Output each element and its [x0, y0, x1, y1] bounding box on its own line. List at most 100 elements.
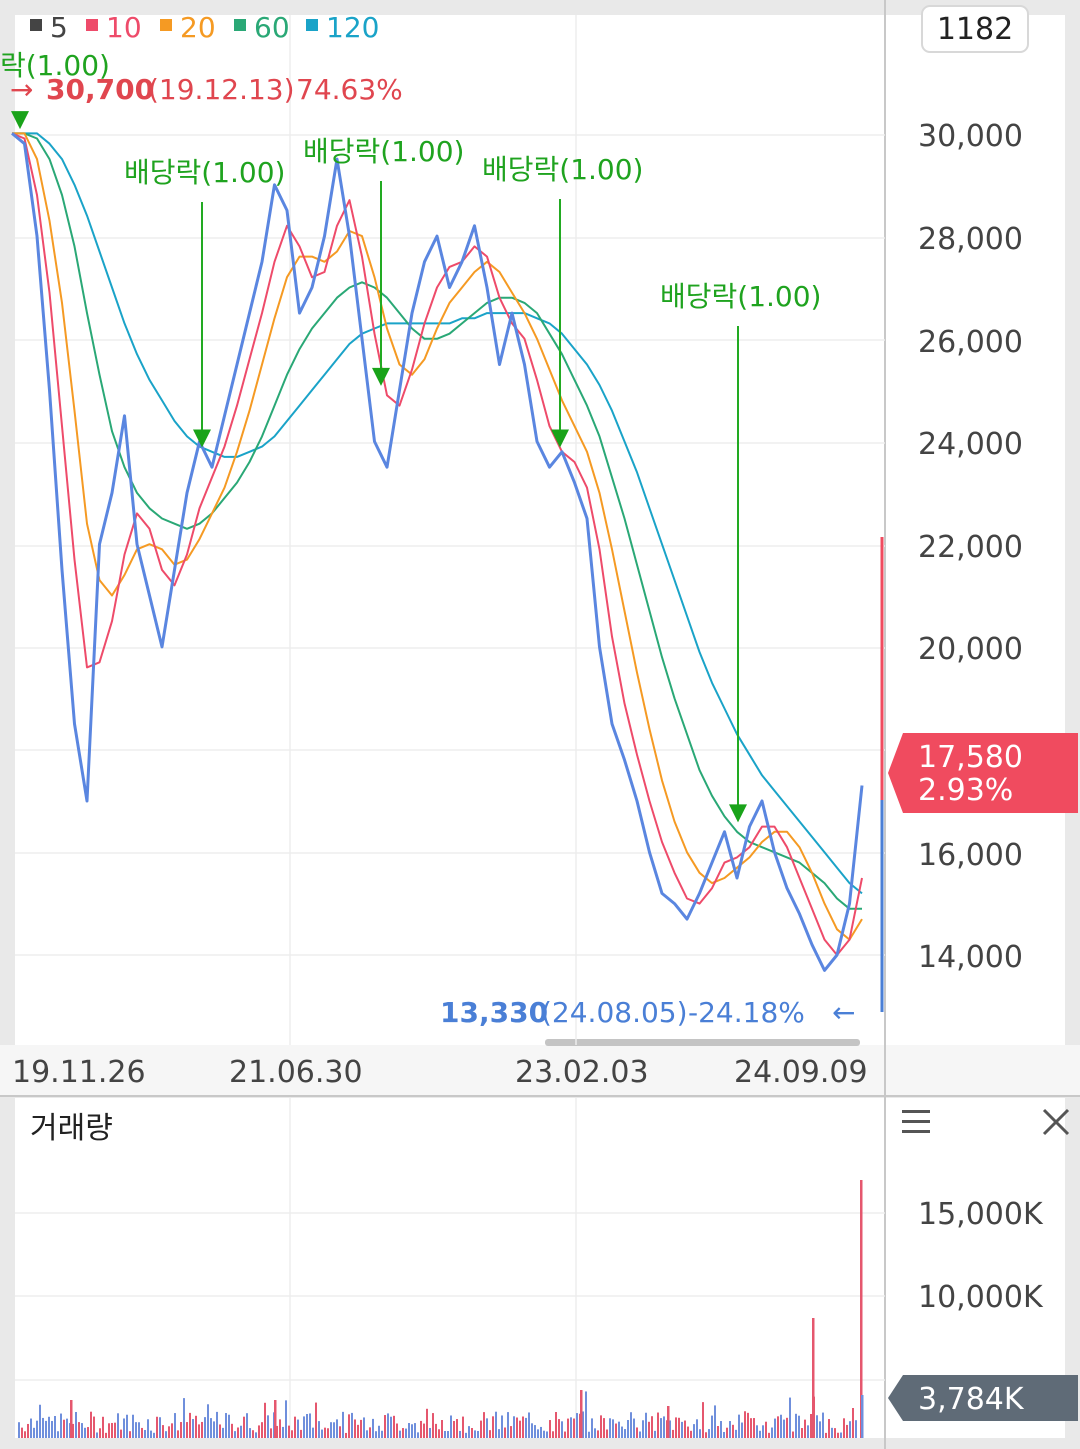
volume-bar	[501, 1415, 503, 1438]
volume-bar	[249, 1428, 251, 1438]
volume-bar	[147, 1419, 149, 1438]
volume-bar	[648, 1421, 650, 1438]
x-tick-label: 19.11.26	[12, 1055, 146, 1090]
volume-bar	[318, 1421, 320, 1438]
y-tick-label: 14,000	[918, 940, 1023, 975]
volume-bar	[84, 1427, 86, 1438]
dividend-label: 배당락(1.00)	[303, 135, 464, 168]
volume-bar	[345, 1432, 347, 1438]
volume-bar	[165, 1431, 167, 1438]
volume-bar	[549, 1420, 551, 1438]
volume-bar	[471, 1428, 473, 1438]
volume-bar	[459, 1430, 461, 1438]
volume-bar	[30, 1418, 32, 1438]
volume-bar	[672, 1429, 674, 1438]
volume-bar	[465, 1432, 467, 1438]
legend-swatch	[234, 19, 246, 31]
volume-bar	[621, 1426, 623, 1438]
legend-label: 60	[254, 11, 290, 44]
volume-bar	[723, 1431, 725, 1438]
volume-bar	[546, 1431, 548, 1438]
volume-bar	[222, 1427, 224, 1438]
volume-bar	[618, 1421, 620, 1438]
volume-bar	[633, 1418, 635, 1438]
volume-bar	[186, 1422, 188, 1438]
volume-bar	[528, 1412, 530, 1438]
high-annotation: → 30,700 (19.12.13) 74.63%	[10, 73, 403, 106]
volume-bar	[423, 1423, 425, 1438]
volume-bar	[99, 1428, 101, 1438]
volume-bar	[177, 1430, 179, 1438]
volume-bar	[522, 1416, 524, 1438]
volume-bar	[399, 1430, 401, 1438]
volume-bar	[105, 1432, 107, 1438]
volume-bar	[36, 1420, 38, 1438]
price-chart[interactable]: 19.11.26 21.06.30 23.02.03 24.09.09 30,0…	[0, 0, 1080, 1449]
volume-bar	[78, 1422, 80, 1438]
volume-panel	[15, 1098, 885, 1438]
volume-bar	[417, 1432, 419, 1438]
volume-bar	[342, 1411, 344, 1438]
volume-bar	[630, 1412, 632, 1438]
volume-bar	[396, 1423, 398, 1438]
volume-bar	[777, 1416, 779, 1438]
volume-bar	[39, 1404, 41, 1438]
volume-bar	[732, 1424, 734, 1438]
volume-bar	[801, 1428, 803, 1438]
volume-bar	[189, 1412, 191, 1438]
volume-bar	[330, 1422, 332, 1438]
volume-bar	[366, 1430, 368, 1438]
volume-bar	[327, 1428, 329, 1438]
volume-bar	[492, 1416, 494, 1438]
volume-bar	[375, 1431, 377, 1438]
volume-bar	[825, 1432, 827, 1438]
volume-bar	[348, 1414, 350, 1438]
volume-bar	[690, 1430, 692, 1438]
volume-bar	[426, 1408, 428, 1438]
high-date: (19.12.13)	[148, 73, 295, 106]
high-price: 30,700	[46, 73, 154, 106]
y-tick-label: 28,000	[918, 222, 1023, 257]
volume-bar	[435, 1423, 437, 1438]
volume-bar	[840, 1432, 842, 1438]
volume-bar	[612, 1419, 614, 1438]
low-arrow: ←	[832, 996, 855, 1029]
volume-bar	[603, 1418, 605, 1438]
volume-bar	[636, 1427, 638, 1438]
volume-bar	[255, 1432, 257, 1438]
volume-bar	[663, 1416, 665, 1438]
volume-bar	[645, 1412, 647, 1438]
scrollbar[interactable]	[545, 1039, 860, 1046]
volume-bar	[624, 1429, 626, 1438]
volume-bar	[822, 1412, 824, 1438]
volume-bar	[378, 1425, 380, 1438]
volume-bar	[684, 1420, 686, 1438]
volume-bar	[513, 1416, 515, 1438]
volume-bar	[351, 1412, 353, 1438]
volume-bar	[54, 1415, 56, 1438]
volume-bar	[294, 1416, 296, 1438]
volume-bar	[123, 1418, 125, 1438]
volume-bar	[600, 1415, 602, 1438]
y-tick-label: 22,000	[918, 530, 1023, 565]
volume-bar	[261, 1422, 263, 1438]
volume-bar	[357, 1424, 359, 1438]
volume-bar	[486, 1418, 488, 1438]
count-badge-text: 1182	[937, 12, 1013, 47]
volume-bar	[195, 1415, 197, 1438]
volume-bar	[174, 1413, 176, 1438]
volume-bar	[540, 1426, 542, 1438]
volume-bar	[411, 1424, 413, 1438]
volume-bar	[681, 1421, 683, 1438]
y-axis-ticks: 30,000 28,000 26,000 24,000 22,000 20,00…	[918, 119, 1023, 975]
volume-bar	[576, 1413, 578, 1438]
volume-bar	[861, 1395, 864, 1438]
volume-bar	[667, 1406, 670, 1438]
volume-bar	[216, 1411, 218, 1438]
volume-bar	[201, 1421, 203, 1438]
volume-bar	[774, 1418, 776, 1438]
volume-bar	[321, 1429, 323, 1438]
legend-swatch	[86, 19, 98, 31]
volume-bar	[114, 1422, 116, 1438]
volume-bar	[240, 1425, 242, 1438]
